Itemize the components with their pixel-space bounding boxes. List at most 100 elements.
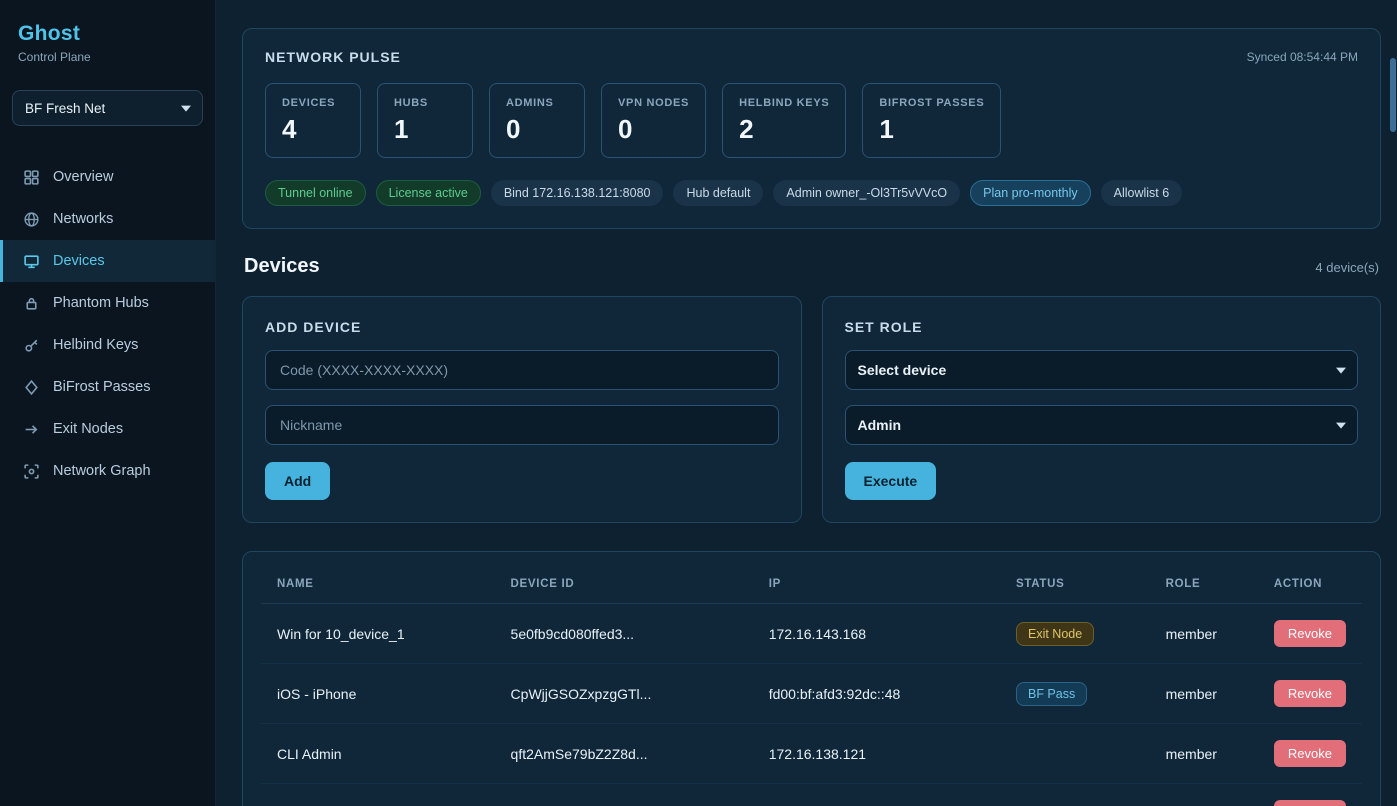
device-action: Revoke — [1258, 664, 1362, 724]
badge-license-active: License active — [376, 180, 481, 206]
table-row: CLI Admin qft2AmSe79bZ2Z8d... 172.16.138… — [261, 724, 1362, 784]
network-select-control[interactable]: BF Fresh Net — [12, 90, 203, 126]
role-select-control[interactable]: Admin — [845, 405, 1359, 445]
sidebar-item-network-graph[interactable]: Network Graph — [0, 450, 215, 492]
device-id: 5e0fb9cd080ffed3... — [495, 604, 753, 664]
sidebar: Ghost Control Plane BF Fresh Net Overvie… — [0, 0, 216, 806]
column-header-name: NAME — [261, 560, 495, 604]
grid-icon — [23, 169, 40, 186]
device-status — [1000, 724, 1150, 784]
device-nickname-input[interactable] — [265, 405, 779, 445]
stat-value: 1 — [879, 114, 984, 145]
table-row: Android - Xiaomi zglbWwTdYbrRYoFY... 172… — [261, 784, 1362, 806]
stat-devices: DEVICES 4 — [265, 83, 361, 158]
main-content: NETWORK PULSE Synced 08:54:44 PM DEVICES… — [216, 0, 1397, 806]
table-row: iOS - iPhone CpWjjGSOZxpzgGTl... fd00:bf… — [261, 664, 1362, 724]
stat-value: 0 — [618, 114, 689, 145]
stat-hubs: HUBS 1 — [377, 83, 473, 158]
network-select: BF Fresh Net — [12, 90, 203, 126]
devices-section-header: Devices 4 device(s) — [244, 255, 1379, 278]
device-name: CLI Admin — [261, 724, 495, 784]
network-pulse-card: NETWORK PULSE Synced 08:54:44 PM DEVICES… — [242, 28, 1381, 229]
sidebar-item-label: BiFrost Passes — [53, 379, 151, 395]
device-ip: 172.16.140.127 — [753, 784, 1000, 806]
page-title: Devices — [244, 255, 320, 278]
badge-allowlist: Allowlist 6 — [1101, 180, 1183, 206]
scrollbar[interactable] — [1389, 0, 1397, 806]
pulse-stats: DEVICES 4 HUBS 1 ADMINS 0 VPN NODES 0 HE… — [265, 83, 1358, 158]
add-device-button[interactable]: Add — [265, 462, 330, 500]
device-name: iOS - iPhone — [261, 664, 495, 724]
badge-admin-owner: Admin owner_-Ol3Tr5vVVcO — [773, 180, 960, 206]
stat-vpn-nodes: VPN NODES 0 — [601, 83, 706, 158]
sidebar-item-bifrost-passes[interactable]: BiFrost Passes — [0, 366, 215, 408]
revoke-button[interactable]: Revoke — [1274, 800, 1346, 806]
table-header-row: NAME DEVICE ID IP STATUS ROLE ACTION — [261, 560, 1362, 604]
device-id: CpWjjGSOZxpzgGTl... — [495, 664, 753, 724]
sidebar-item-networks[interactable]: Networks — [0, 198, 215, 240]
device-name: Win for 10_device_1 — [261, 604, 495, 664]
app-root: Ghost Control Plane BF Fresh Net Overvie… — [0, 0, 1397, 806]
revoke-button[interactable]: Revoke — [1274, 620, 1346, 647]
add-device-title: ADD DEVICE — [265, 319, 779, 335]
device-role: member — [1150, 664, 1258, 724]
badge-hub: Hub default — [673, 180, 763, 206]
device-action: Revoke — [1258, 784, 1362, 806]
devices-table: NAME DEVICE ID IP STATUS ROLE ACTION Win… — [261, 560, 1362, 806]
monitor-icon — [23, 253, 40, 270]
sidebar-item-phantom-hubs[interactable]: Phantom Hubs — [0, 282, 215, 324]
arrow-right-icon — [23, 421, 40, 438]
device-action: Revoke — [1258, 604, 1362, 664]
column-header-device-id: DEVICE ID — [495, 560, 753, 604]
column-header-ip: IP — [753, 560, 1000, 604]
sidebar-item-label: Overview — [53, 169, 113, 185]
device-ip: 172.16.143.168 — [753, 604, 1000, 664]
diamond-icon — [23, 379, 40, 396]
table-row: Win for 10_device_1 5e0fb9cd080ffed3... … — [261, 604, 1362, 664]
device-code-input[interactable] — [265, 350, 779, 390]
device-role: member — [1150, 724, 1258, 784]
key-icon — [23, 337, 40, 354]
lock-icon — [23, 295, 40, 312]
column-header-role: ROLE — [1150, 560, 1258, 604]
sidebar-item-label: Network Graph — [53, 463, 151, 479]
revoke-button[interactable]: Revoke — [1274, 740, 1346, 767]
graph-icon — [23, 463, 40, 480]
sidebar-item-label: Devices — [53, 253, 105, 269]
sidebar-item-label: Networks — [53, 211, 113, 227]
device-id: qft2AmSe79bZ2Z8d... — [495, 724, 753, 784]
pulse-header: NETWORK PULSE Synced 08:54:44 PM — [265, 49, 1358, 65]
revoke-button[interactable]: Revoke — [1274, 680, 1346, 707]
device-status — [1000, 784, 1150, 806]
device-status: Exit Node — [1000, 604, 1150, 664]
execute-button[interactable]: Execute — [845, 462, 937, 500]
sidebar-item-exit-nodes[interactable]: Exit Nodes — [0, 408, 215, 450]
badge-bind-address: Bind 172.16.138.121:8080 — [491, 180, 664, 206]
status-badge: BF Pass — [1016, 682, 1087, 706]
stat-value: 4 — [282, 114, 344, 145]
sidebar-item-overview[interactable]: Overview — [0, 156, 215, 198]
stat-value: 1 — [394, 114, 456, 145]
device-role: member — [1150, 784, 1258, 806]
sidebar-item-devices[interactable]: Devices — [0, 240, 215, 282]
scrollbar-thumb[interactable] — [1390, 58, 1396, 132]
globe-icon — [23, 211, 40, 228]
sidebar-nav: Overview Networks Devices Phantom Hubs — [0, 156, 215, 492]
synced-timestamp: Synced 08:54:44 PM — [1247, 50, 1358, 64]
sidebar-item-label: Exit Nodes — [53, 421, 123, 437]
sidebar-item-label: Phantom Hubs — [53, 295, 149, 311]
pulse-title: NETWORK PULSE — [265, 49, 401, 65]
stat-label: BIFROST PASSES — [879, 97, 984, 109]
stat-label: VPN NODES — [618, 97, 689, 109]
stat-label: DEVICES — [282, 97, 344, 109]
device-id: zglbWwTdYbrRYoFY... — [495, 784, 753, 806]
brand-title: Ghost — [18, 22, 197, 46]
brand: Ghost Control Plane — [0, 22, 215, 78]
add-device-card: ADD DEVICE Add — [242, 296, 802, 523]
brand-subtitle: Control Plane — [18, 50, 197, 64]
device-count: 4 device(s) — [1315, 260, 1379, 275]
sidebar-item-helbind-keys[interactable]: Helbind Keys — [0, 324, 215, 366]
device-select-control[interactable]: Select device — [845, 350, 1359, 390]
stat-value: 2 — [739, 114, 829, 145]
pulse-badges: Tunnel online License active Bind 172.16… — [265, 180, 1358, 206]
